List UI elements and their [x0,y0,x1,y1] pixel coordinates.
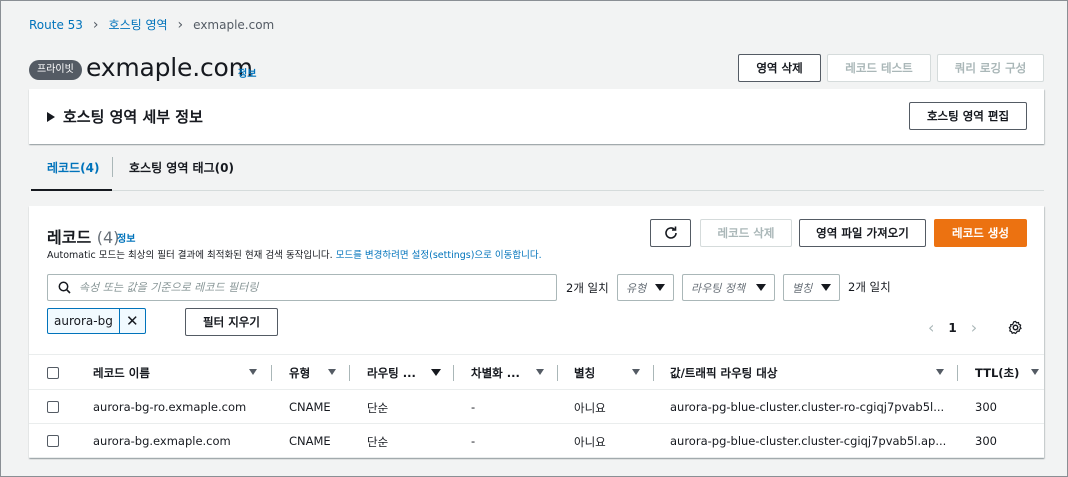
breadcrumb-current: exmaple.com [193,17,275,32]
sort-icon[interactable] [536,369,544,375]
type-filter-select[interactable]: 유형 [617,274,674,301]
test-record-button[interactable]: 레코드 테스트 [827,54,931,82]
sort-icon[interactable] [632,369,640,375]
record-value: aurora-pg-blue-cluster.cluster-ro-cgiqj7… [670,400,945,414]
column-divider [349,365,350,381]
record-differentiator: - [471,400,476,414]
tabs-border [31,190,1044,191]
edit-hosted-zone-button[interactable]: 호스팅 영역 편집 [909,102,1027,130]
alias-filter-select[interactable]: 별칭 [783,274,840,301]
pagination: ‹ 1 › [928,318,977,337]
table-row[interactable]: aurora-bg-ro.exmaple.com CNAME 단순 - 아니요 … [29,390,1044,424]
column-divider [957,365,958,381]
delete-record-button[interactable]: 레코드 삭제 [700,219,792,247]
alias-filter-label: 별칭 [792,281,813,295]
delete-zone-button[interactable]: 영역 삭제 [738,54,821,82]
refresh-button[interactable] [650,219,691,247]
page-title: exmaple.com [86,53,253,82]
records-table-header: 레코드 이름 유형 라우팅 ... 차별화 ... 별칭 값/트래픽 라우팅 대… [29,354,1044,390]
create-record-button[interactable]: 레코드 생성 [934,219,1027,247]
records-title: 레코드 [47,228,92,247]
import-zone-file-button[interactable]: 영역 파일 가져오기 [799,219,926,247]
clear-filter-button[interactable]: 필터 지우기 [185,308,278,336]
query-logging-button[interactable]: 쿼리 로깅 구성 [937,54,1044,82]
caret-right-icon [47,111,55,122]
sort-icon[interactable] [936,369,944,375]
gear-icon[interactable] [1008,320,1023,335]
search-icon [58,281,71,294]
column-divider [653,365,654,381]
column-divider [453,365,454,381]
search-match-count: 2개 일치 [566,281,609,295]
routing-policy-filter-select[interactable]: 라우팅 정책 [682,274,775,301]
chevron-right-icon: › [92,16,99,33]
record-ttl: 300 [975,400,997,414]
tab-records[interactable]: 레코드(4) [47,159,99,176]
col-record-name[interactable]: 레코드 이름 [93,365,150,381]
record-name: aurora-bg-ro.exmaple.com [93,400,247,414]
column-divider [557,365,558,381]
tab-divider [112,157,113,177]
chevron-right-icon[interactable]: › [971,318,977,337]
select-all-checkbox[interactable] [47,367,59,379]
col-alias[interactable]: 별칭 [574,365,595,381]
record-routing: 단순 [367,435,389,449]
hosted-zone-details-panel: 호스팅 영역 세부 정보 호스팅 영역 편집 [29,89,1044,144]
record-alias: 아니요 [574,435,606,449]
column-divider [271,365,272,381]
col-type[interactable]: 유형 [289,365,310,381]
private-badge: 프라이빗 [29,60,82,80]
caret-down-icon [756,284,766,291]
records-description: Automatic 모드는 최상의 필터 결과에 최적화된 현재 검색 동작입니… [47,247,542,261]
sort-icon[interactable] [249,369,257,375]
console-frame: Route 53 › 호스팅 영역 › exmaple.com 프라이빗 exm… [0,0,1068,477]
col-differentiator[interactable]: 차별화 ... [471,365,520,381]
records-search[interactable] [47,274,557,301]
records-description-text: Automatic 모드는 최상의 필터 결과에 최적화된 현재 검색 동작입니… [47,250,336,261]
tab-hosted-zone-tags[interactable]: 호스팅 영역 태그(0) [129,159,234,176]
records-panel: 레코드 (4) 정보 Automatic 모드는 최상의 필터 결과에 최적화된… [29,206,1044,458]
record-type: CNAME [289,400,331,414]
info-link[interactable]: 정보 [238,65,256,80]
col-value[interactable]: 값/트래픽 라우팅 대상 [670,365,777,381]
record-routing: 단순 [367,401,389,415]
current-page[interactable]: 1 [948,321,956,335]
details-toggle[interactable]: 호스팅 영역 세부 정보 [47,106,203,127]
table-row[interactable]: aurora-bg.exmaple.com CNAME 단순 - 아니요 aur… [29,424,1044,458]
chevron-left-icon[interactable]: ‹ [928,318,934,337]
tab-active-indicator [31,189,112,191]
close-icon[interactable]: ✕ [118,309,145,333]
records-info-link[interactable]: 정보 [117,230,135,245]
row-checkbox[interactable] [47,435,59,447]
settings-link[interactable]: 모드를 변경하려면 설정(settings)으로 이동합니다. [336,250,542,261]
col-routing-policy[interactable]: 라우팅 ... [367,365,416,381]
breadcrumb-hosted-zones[interactable]: 호스팅 영역 [109,16,168,33]
details-title: 호스팅 영역 세부 정보 [63,108,203,126]
col-ttl[interactable]: TTL(초) [975,365,1019,381]
breadcrumb: Route 53 › 호스팅 영역 › exmaple.com [29,16,274,33]
record-value: aurora-pg-blue-cluster.cluster-cgiqj7pva… [670,434,947,448]
record-name: aurora-bg.exmaple.com [93,434,231,448]
sort-icon[interactable] [328,369,336,375]
search-input[interactable] [79,281,519,294]
chevron-right-icon: › [177,16,184,33]
record-type: CNAME [289,434,331,448]
row-checkbox[interactable] [47,401,59,413]
filter-token-label: aurora-bg [54,314,113,328]
filter-token: aurora-bg ✕ [47,308,146,334]
sort-active-icon[interactable] [431,369,441,376]
records-heading: 레코드 (4) [47,224,119,248]
caret-down-icon [655,284,665,291]
type-filter-label: 유형 [626,281,647,295]
record-alias: 아니요 [574,401,606,415]
filter-match-count: 2개 일치 [848,280,891,294]
record-ttl: 300 [975,434,997,448]
sort-icon[interactable] [1031,369,1039,375]
record-differentiator: - [471,434,476,448]
breadcrumb-route53[interactable]: Route 53 [29,18,83,32]
refresh-icon [664,226,677,239]
caret-down-icon [821,284,831,291]
routing-policy-filter-label: 라우팅 정책 [691,281,746,295]
